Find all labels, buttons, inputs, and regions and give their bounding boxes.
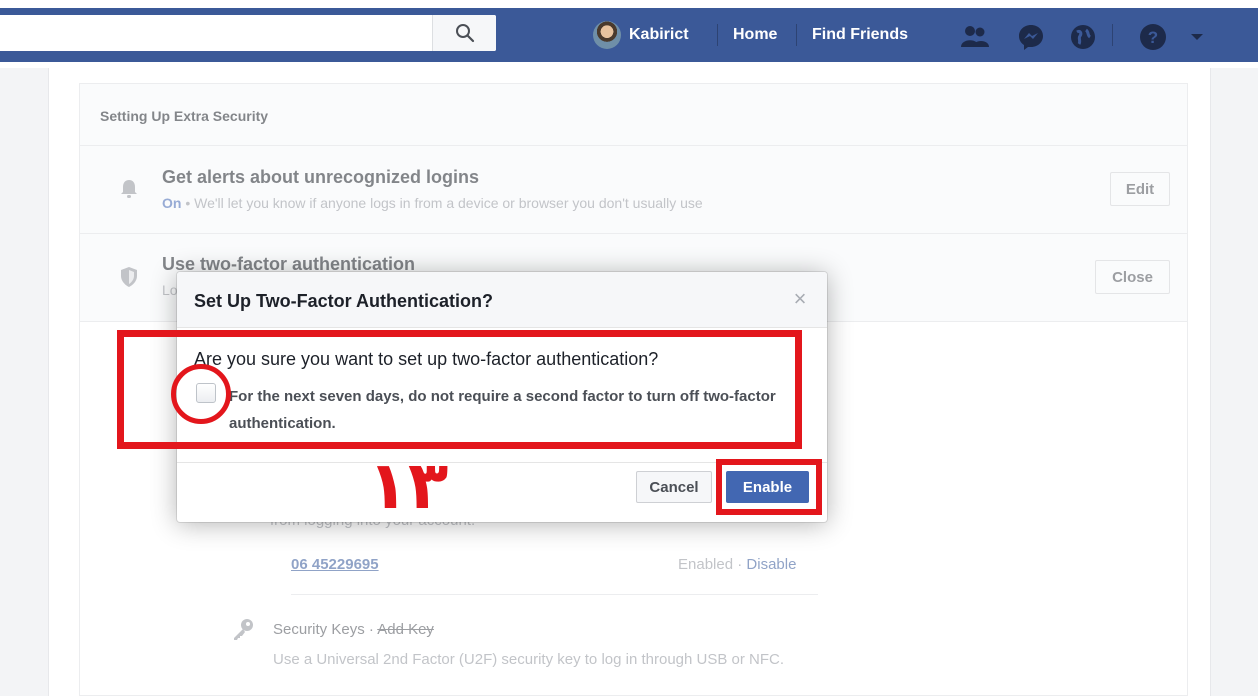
step-number-text: ۱۳ [368, 447, 449, 518]
enable-highlight-box [716, 459, 822, 515]
avatar [593, 21, 621, 49]
find-friends-link[interactable]: Find Friends [812, 26, 908, 44]
close-icon[interactable]: × [789, 288, 811, 310]
notifications-globe-icon[interactable] [1069, 23, 1097, 51]
home-link[interactable]: Home [733, 26, 777, 44]
messenger-icon[interactable] [1017, 23, 1045, 51]
dialog-title: Set Up Two-Factor Authentication? [194, 291, 493, 311]
search-input[interactable] [0, 15, 496, 51]
search-button[interactable] [432, 15, 496, 51]
step-number: ۱۳ [368, 447, 449, 518]
svg-text:?: ? [1148, 28, 1158, 47]
help-icon[interactable]: ? [1139, 23, 1167, 51]
nav-divider [717, 24, 718, 46]
search-icon [455, 24, 474, 43]
top-bar: Kabirict Home Find Friends ? [0, 0, 1258, 68]
checkbox-highlight-circle [171, 364, 231, 424]
nav-divider [796, 24, 797, 46]
profile-link[interactable]: Kabirict [593, 19, 689, 51]
cancel-button[interactable]: Cancel [636, 471, 712, 503]
profile-name: Kabirict [629, 26, 689, 43]
chevron-down-icon[interactable] [1183, 23, 1211, 51]
nav-divider [1112, 24, 1113, 46]
dialog-header: Set Up Two-Factor Authentication? × [177, 272, 827, 328]
friend-requests-icon[interactable] [961, 23, 989, 51]
